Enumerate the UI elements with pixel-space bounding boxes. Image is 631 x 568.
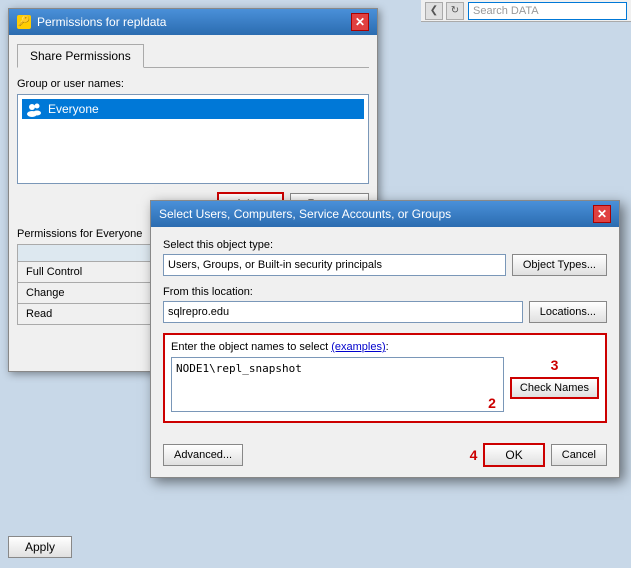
select-dialog-bottom-right: 4 OK Cancel (470, 443, 607, 467)
select-ok-button[interactable]: OK (483, 443, 544, 467)
dialog-icon: 🔑 (17, 15, 31, 29)
group-label: Group or user names: (17, 78, 369, 90)
location-input[interactable] (163, 301, 523, 323)
location-row: From this location: Locations... (163, 286, 607, 323)
num3-label: 3 (551, 357, 559, 373)
check-names-button[interactable]: Check Names (510, 377, 599, 399)
select-dialog-bottom: Advanced... 4 OK Cancel (151, 443, 619, 477)
apply-button[interactable]: Apply (8, 536, 72, 558)
location-label: From this location: (163, 286, 607, 298)
examples-link[interactable]: (examples) (331, 341, 385, 353)
object-type-label: Select this object type: (163, 239, 607, 251)
select-dialog-title: Select Users, Computers, Service Account… (159, 207, 593, 221)
locations-button[interactable]: Locations... (529, 301, 607, 323)
select-cancel-button[interactable]: Cancel (551, 444, 607, 466)
object-names-label: Enter the object names to select (exampl… (171, 341, 599, 353)
group-icon (26, 101, 42, 117)
select-users-dialog: Select Users, Computers, Service Account… (150, 200, 620, 478)
top-bar: ❮ ↻ Search DATA (421, 0, 631, 22)
group-item-everyone[interactable]: Everyone (22, 99, 364, 119)
object-names-section: Enter the object names to select (exampl… (163, 333, 607, 423)
permissions-close-button[interactable]: ✕ (351, 13, 369, 31)
group-list-box: Everyone (17, 94, 369, 184)
object-type-input-row: Object Types... (163, 254, 607, 276)
object-type-input[interactable] (163, 254, 506, 276)
permissions-titlebar: 🔑 Permissions for repldata ✕ (9, 9, 377, 35)
location-input-row: Locations... (163, 301, 607, 323)
select-dialog-titlebar: Select Users, Computers, Service Account… (151, 201, 619, 227)
apply-area: Apply (8, 536, 72, 558)
advanced-button[interactable]: Advanced... (163, 444, 243, 466)
tab-strip: Share Permissions (17, 43, 369, 68)
back-button[interactable]: ❮ (425, 2, 443, 20)
object-type-row: Select this object type: Object Types... (163, 239, 607, 276)
nav-buttons: ❮ ↻ (425, 2, 464, 20)
select-dialog-content: Select this object type: Object Types...… (151, 227, 619, 443)
object-names-label-text: Enter the object names to select (171, 341, 328, 353)
permissions-dialog-title: Permissions for repldata (37, 15, 351, 29)
object-names-input[interactable] (171, 357, 504, 412)
tab-share-permissions[interactable]: Share Permissions (17, 44, 144, 68)
group-item-label: Everyone (48, 102, 99, 116)
refresh-button[interactable]: ↻ (446, 2, 464, 20)
num4-label: 4 (470, 447, 478, 463)
object-types-button[interactable]: Object Types... (512, 254, 607, 276)
select-dialog-close-button[interactable]: ✕ (593, 205, 611, 223)
search-box[interactable]: Search DATA (468, 2, 627, 20)
num2-label: 2 (488, 395, 496, 411)
search-placeholder: Search DATA (473, 5, 539, 17)
